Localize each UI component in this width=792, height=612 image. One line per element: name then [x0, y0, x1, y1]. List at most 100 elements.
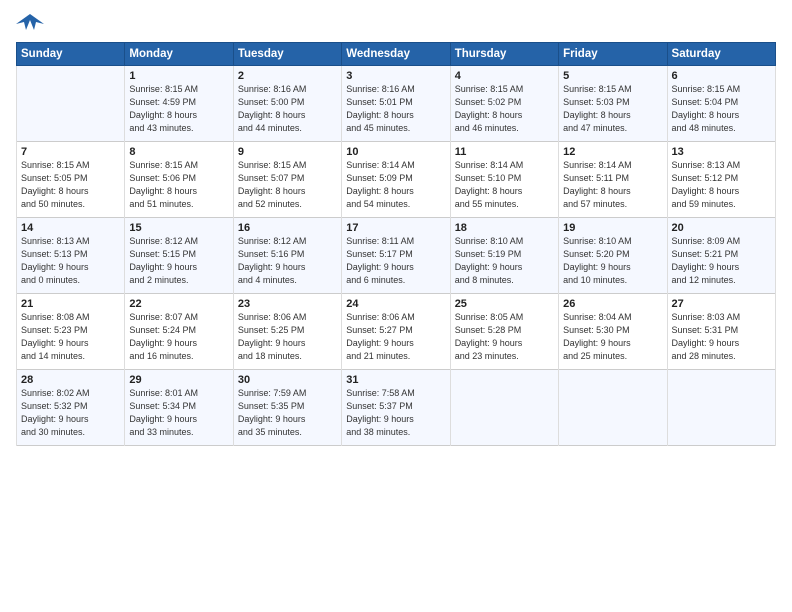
day-number: 21 [21, 298, 120, 310]
calendar-cell: 7Sunrise: 8:15 AMSunset: 5:05 PMDaylight… [17, 142, 125, 218]
header-row: SundayMondayTuesdayWednesdayThursdayFrid… [17, 43, 776, 66]
calendar-cell: 24Sunrise: 8:06 AMSunset: 5:27 PMDayligh… [342, 294, 450, 370]
calendar-body: 1Sunrise: 8:15 AMSunset: 4:59 PMDaylight… [17, 66, 776, 446]
header-cell-wednesday: Wednesday [342, 43, 450, 66]
calendar-table: SundayMondayTuesdayWednesdayThursdayFrid… [16, 42, 776, 446]
calendar-cell: 9Sunrise: 8:15 AMSunset: 5:07 PMDaylight… [233, 142, 341, 218]
header-cell-tuesday: Tuesday [233, 43, 341, 66]
day-number: 2 [238, 70, 337, 82]
calendar-cell: 13Sunrise: 8:13 AMSunset: 5:12 PMDayligh… [667, 142, 775, 218]
calendar-cell: 25Sunrise: 8:05 AMSunset: 5:28 PMDayligh… [450, 294, 558, 370]
logo-icon [16, 12, 44, 34]
header-cell-saturday: Saturday [667, 43, 775, 66]
day-number: 5 [563, 70, 662, 82]
cell-info: Sunrise: 7:59 AMSunset: 5:35 PMDaylight:… [238, 387, 337, 439]
cell-info: Sunrise: 8:16 AMSunset: 5:00 PMDaylight:… [238, 83, 337, 135]
day-number: 6 [672, 70, 771, 82]
cell-info: Sunrise: 8:08 AMSunset: 5:23 PMDaylight:… [21, 311, 120, 363]
calendar-cell: 12Sunrise: 8:14 AMSunset: 5:11 PMDayligh… [559, 142, 667, 218]
calendar-cell: 27Sunrise: 8:03 AMSunset: 5:31 PMDayligh… [667, 294, 775, 370]
day-number: 27 [672, 298, 771, 310]
calendar-cell: 23Sunrise: 8:06 AMSunset: 5:25 PMDayligh… [233, 294, 341, 370]
cell-info: Sunrise: 8:15 AMSunset: 5:02 PMDaylight:… [455, 83, 554, 135]
day-number: 30 [238, 374, 337, 386]
header-cell-monday: Monday [125, 43, 233, 66]
calendar-cell: 31Sunrise: 7:58 AMSunset: 5:37 PMDayligh… [342, 370, 450, 446]
cell-info: Sunrise: 8:14 AMSunset: 5:11 PMDaylight:… [563, 159, 662, 211]
day-number: 11 [455, 146, 554, 158]
day-number: 29 [129, 374, 228, 386]
week-row: 1Sunrise: 8:15 AMSunset: 4:59 PMDaylight… [17, 66, 776, 142]
cell-info: Sunrise: 8:15 AMSunset: 5:04 PMDaylight:… [672, 83, 771, 135]
day-number: 15 [129, 222, 228, 234]
calendar-cell: 16Sunrise: 8:12 AMSunset: 5:16 PMDayligh… [233, 218, 341, 294]
day-number: 18 [455, 222, 554, 234]
calendar-cell: 17Sunrise: 8:11 AMSunset: 5:17 PMDayligh… [342, 218, 450, 294]
cell-info: Sunrise: 8:16 AMSunset: 5:01 PMDaylight:… [346, 83, 445, 135]
calendar-cell: 5Sunrise: 8:15 AMSunset: 5:03 PMDaylight… [559, 66, 667, 142]
cell-info: Sunrise: 8:03 AMSunset: 5:31 PMDaylight:… [672, 311, 771, 363]
calendar-cell [667, 370, 775, 446]
day-number: 31 [346, 374, 445, 386]
calendar-cell: 15Sunrise: 8:12 AMSunset: 5:15 PMDayligh… [125, 218, 233, 294]
cell-info: Sunrise: 8:10 AMSunset: 5:20 PMDaylight:… [563, 235, 662, 287]
day-number: 1 [129, 70, 228, 82]
day-number: 17 [346, 222, 445, 234]
cell-info: Sunrise: 8:13 AMSunset: 5:13 PMDaylight:… [21, 235, 120, 287]
day-number: 8 [129, 146, 228, 158]
day-number: 20 [672, 222, 771, 234]
day-number: 3 [346, 70, 445, 82]
header [16, 12, 776, 34]
cell-info: Sunrise: 8:15 AMSunset: 5:05 PMDaylight:… [21, 159, 120, 211]
day-number: 9 [238, 146, 337, 158]
cell-info: Sunrise: 8:11 AMSunset: 5:17 PMDaylight:… [346, 235, 445, 287]
cell-info: Sunrise: 8:07 AMSunset: 5:24 PMDaylight:… [129, 311, 228, 363]
cell-info: Sunrise: 8:04 AMSunset: 5:30 PMDaylight:… [563, 311, 662, 363]
page: SundayMondayTuesdayWednesdayThursdayFrid… [0, 0, 792, 612]
day-number: 19 [563, 222, 662, 234]
day-number: 14 [21, 222, 120, 234]
cell-info: Sunrise: 8:15 AMSunset: 5:07 PMDaylight:… [238, 159, 337, 211]
day-number: 26 [563, 298, 662, 310]
cell-info: Sunrise: 8:06 AMSunset: 5:27 PMDaylight:… [346, 311, 445, 363]
calendar-cell: 28Sunrise: 8:02 AMSunset: 5:32 PMDayligh… [17, 370, 125, 446]
cell-info: Sunrise: 8:13 AMSunset: 5:12 PMDaylight:… [672, 159, 771, 211]
week-row: 7Sunrise: 8:15 AMSunset: 5:05 PMDaylight… [17, 142, 776, 218]
calendar-header: SundayMondayTuesdayWednesdayThursdayFrid… [17, 43, 776, 66]
header-cell-friday: Friday [559, 43, 667, 66]
header-cell-thursday: Thursday [450, 43, 558, 66]
day-number: 4 [455, 70, 554, 82]
cell-info: Sunrise: 8:12 AMSunset: 5:16 PMDaylight:… [238, 235, 337, 287]
calendar-cell [559, 370, 667, 446]
calendar-cell: 2Sunrise: 8:16 AMSunset: 5:00 PMDaylight… [233, 66, 341, 142]
logo [16, 12, 48, 34]
cell-info: Sunrise: 8:06 AMSunset: 5:25 PMDaylight:… [238, 311, 337, 363]
calendar-cell: 11Sunrise: 8:14 AMSunset: 5:10 PMDayligh… [450, 142, 558, 218]
calendar-cell: 4Sunrise: 8:15 AMSunset: 5:02 PMDaylight… [450, 66, 558, 142]
cell-info: Sunrise: 8:02 AMSunset: 5:32 PMDaylight:… [21, 387, 120, 439]
week-row: 28Sunrise: 8:02 AMSunset: 5:32 PMDayligh… [17, 370, 776, 446]
cell-info: Sunrise: 8:15 AMSunset: 5:03 PMDaylight:… [563, 83, 662, 135]
cell-info: Sunrise: 8:05 AMSunset: 5:28 PMDaylight:… [455, 311, 554, 363]
day-number: 10 [346, 146, 445, 158]
calendar-cell: 19Sunrise: 8:10 AMSunset: 5:20 PMDayligh… [559, 218, 667, 294]
day-number: 24 [346, 298, 445, 310]
cell-info: Sunrise: 8:14 AMSunset: 5:10 PMDaylight:… [455, 159, 554, 211]
day-number: 12 [563, 146, 662, 158]
cell-info: Sunrise: 8:12 AMSunset: 5:15 PMDaylight:… [129, 235, 228, 287]
week-row: 14Sunrise: 8:13 AMSunset: 5:13 PMDayligh… [17, 218, 776, 294]
cell-info: Sunrise: 8:14 AMSunset: 5:09 PMDaylight:… [346, 159, 445, 211]
cell-info: Sunrise: 8:15 AMSunset: 5:06 PMDaylight:… [129, 159, 228, 211]
calendar-cell: 3Sunrise: 8:16 AMSunset: 5:01 PMDaylight… [342, 66, 450, 142]
cell-info: Sunrise: 8:10 AMSunset: 5:19 PMDaylight:… [455, 235, 554, 287]
calendar-cell: 18Sunrise: 8:10 AMSunset: 5:19 PMDayligh… [450, 218, 558, 294]
calendar-cell: 20Sunrise: 8:09 AMSunset: 5:21 PMDayligh… [667, 218, 775, 294]
cell-info: Sunrise: 7:58 AMSunset: 5:37 PMDaylight:… [346, 387, 445, 439]
day-number: 25 [455, 298, 554, 310]
calendar-cell: 10Sunrise: 8:14 AMSunset: 5:09 PMDayligh… [342, 142, 450, 218]
calendar-cell: 6Sunrise: 8:15 AMSunset: 5:04 PMDaylight… [667, 66, 775, 142]
week-row: 21Sunrise: 8:08 AMSunset: 5:23 PMDayligh… [17, 294, 776, 370]
cell-info: Sunrise: 8:09 AMSunset: 5:21 PMDaylight:… [672, 235, 771, 287]
day-number: 13 [672, 146, 771, 158]
day-number: 7 [21, 146, 120, 158]
